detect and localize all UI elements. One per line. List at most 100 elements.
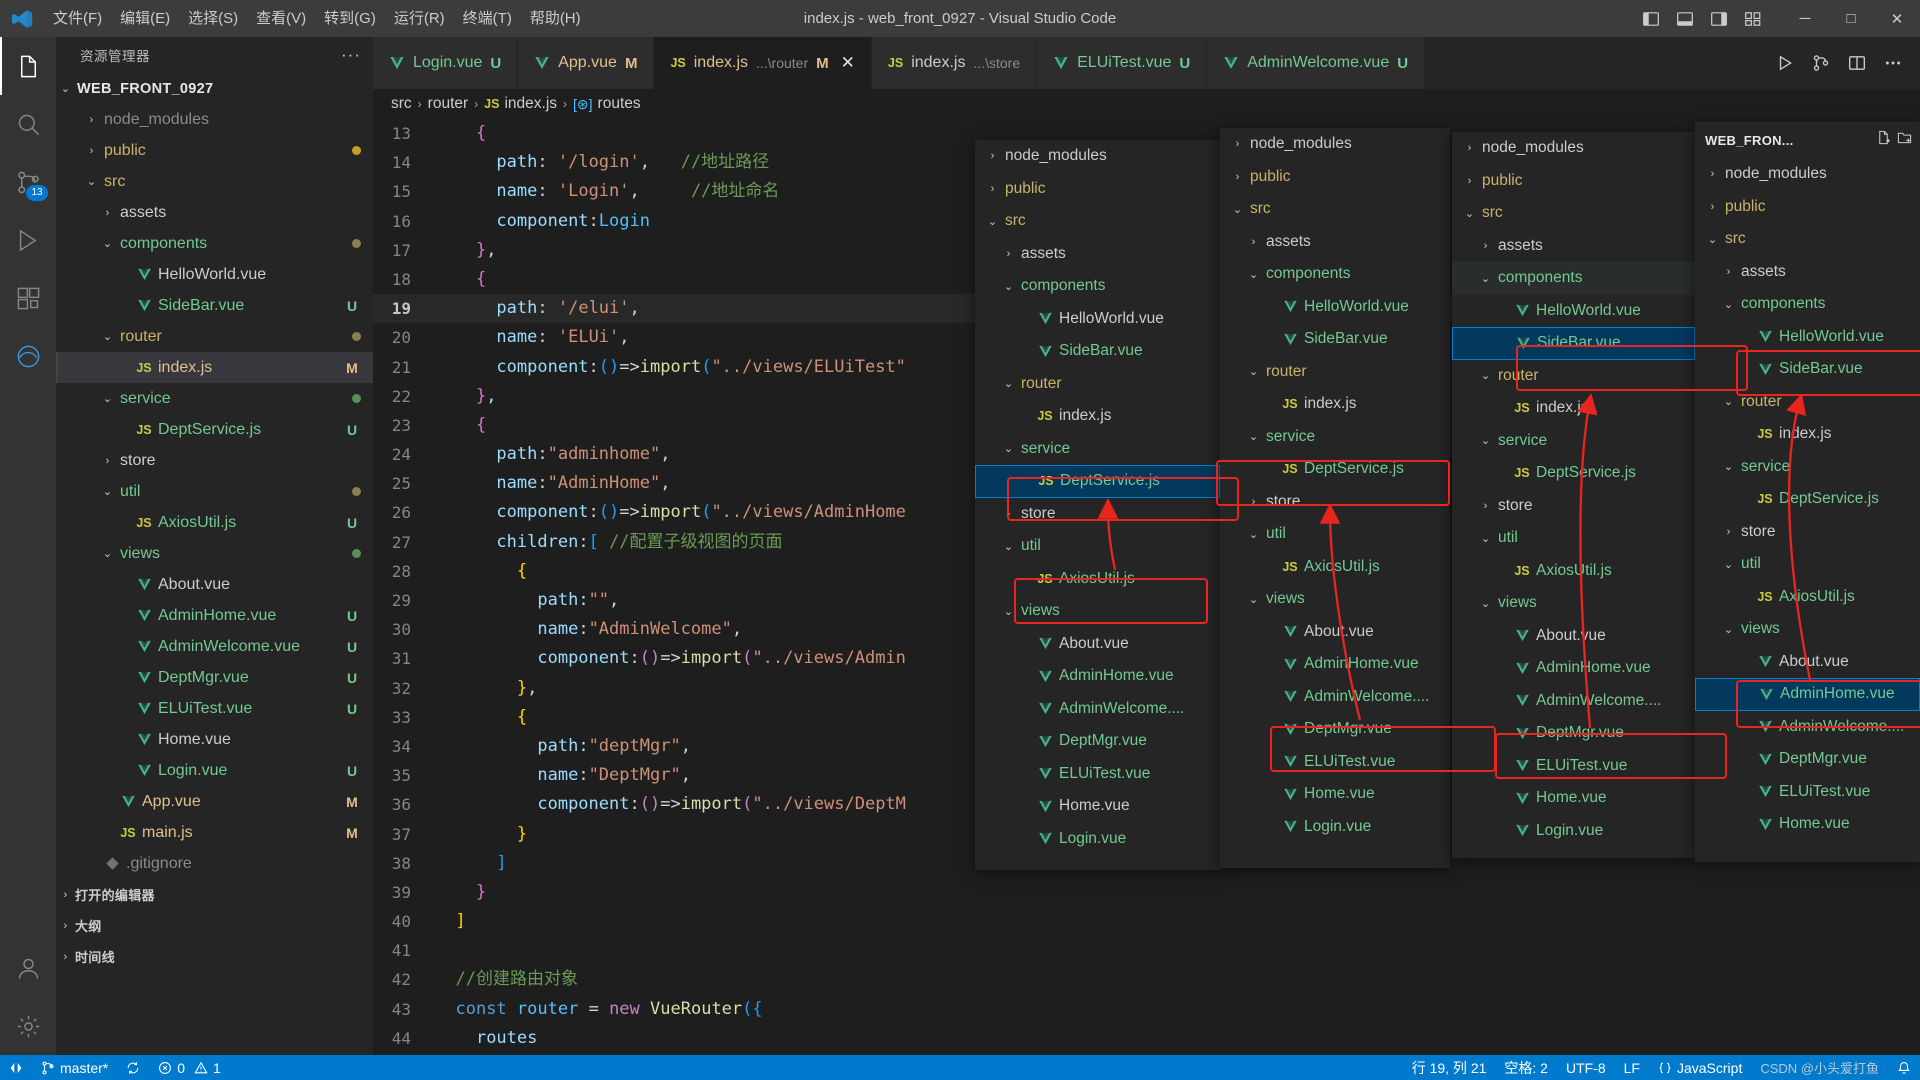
popup-1-item-8[interactable]: JS index.js bbox=[975, 400, 1220, 433]
menu-0[interactable]: 文件(F) bbox=[44, 0, 111, 37]
tree-item-10[interactable]: JS DeptService.js U bbox=[56, 414, 373, 445]
popup-2-item-3[interactable]: › assets bbox=[1220, 226, 1450, 259]
sidebar-section-2[interactable]: › 时间线 bbox=[56, 941, 373, 972]
tree-item-16[interactable]: AdminHome.vue U bbox=[56, 600, 373, 631]
tree-root[interactable]: ⌄ WEB_FRONT_0927 bbox=[56, 73, 373, 104]
popup-1-item-19[interactable]: ELUiTest.vue bbox=[975, 758, 1220, 791]
menu-3[interactable]: 查看(V) bbox=[247, 0, 315, 37]
popup-3-item-19[interactable]: ELUiTest.vue bbox=[1452, 750, 1695, 783]
popup-2-item-20[interactable]: Home.vue bbox=[1220, 778, 1450, 811]
popup-1-item-5[interactable]: HelloWorld.vue bbox=[975, 303, 1220, 336]
split-editor-icon[interactable] bbox=[1840, 37, 1874, 89]
code-line-43[interactable]: 43 const router = new VueRouter({ bbox=[373, 995, 1920, 1024]
menu-6[interactable]: 终端(T) bbox=[454, 0, 521, 37]
close-button[interactable]: ✕ bbox=[1874, 0, 1920, 37]
code-line-44[interactable]: 44 routes bbox=[373, 1024, 1920, 1053]
activity-accounts[interactable] bbox=[0, 939, 56, 997]
popup-3-item-7[interactable]: ⌄ router bbox=[1452, 360, 1695, 393]
explorer-more-icon[interactable]: ··· bbox=[341, 45, 361, 65]
new-file-icon[interactable] bbox=[1876, 130, 1891, 150]
menu-4[interactable]: 转到(G) bbox=[315, 0, 385, 37]
source-control-graph-icon[interactable] bbox=[1804, 37, 1838, 89]
popup-2-item-6[interactable]: SideBar.vue bbox=[1220, 323, 1450, 356]
tree-item-17[interactable]: AdminWelcome.vue U bbox=[56, 631, 373, 662]
popup-3-item-18[interactable]: DeptMgr.vue bbox=[1452, 717, 1695, 750]
popup-3-item-12[interactable]: ⌄ util bbox=[1452, 522, 1695, 555]
status-remote[interactable] bbox=[0, 1055, 32, 1080]
popup-1-item-10[interactable]: JS DeptService.js bbox=[975, 465, 1220, 498]
status-eol[interactable]: LF bbox=[1615, 1055, 1649, 1080]
tree-item-21[interactable]: Login.vue U bbox=[56, 755, 373, 786]
popup-2-item-15[interactable]: About.vue bbox=[1220, 616, 1450, 649]
popup-1-item-4[interactable]: ⌄ components bbox=[975, 270, 1220, 303]
breadcrumb-item-3[interactable]: [⊛] routes bbox=[573, 95, 641, 113]
popup-4-item-20[interactable]: Home.vue bbox=[1695, 808, 1920, 841]
popup-2-item-8[interactable]: JS index.js bbox=[1220, 388, 1450, 421]
menu-2[interactable]: 选择(S) bbox=[179, 0, 247, 37]
status-indentation[interactable]: 空格: 2 bbox=[1495, 1055, 1557, 1080]
activity-settings-gear-icon[interactable] bbox=[0, 997, 56, 1055]
status-cursor-position[interactable]: 行 19, 列 21 bbox=[1403, 1055, 1496, 1080]
tree-item-4[interactable]: ⌄ components bbox=[56, 228, 373, 259]
popup-4-item-11[interactable]: › store bbox=[1695, 516, 1920, 549]
tree-item-5[interactable]: HelloWorld.vue bbox=[56, 259, 373, 290]
tree-item-24[interactable]: .gitignore bbox=[56, 848, 373, 879]
tree-item-11[interactable]: › store bbox=[56, 445, 373, 476]
tree-item-9[interactable]: ⌄ service bbox=[56, 383, 373, 414]
popup-4-item-17[interactable]: AdminWelcome.... bbox=[1695, 711, 1920, 744]
popup-4-item-9[interactable]: ⌄ service bbox=[1695, 451, 1920, 484]
file-tree-popup-2[interactable]: › node_modules › public ⌄ src › assets ⌄ componen… bbox=[1220, 128, 1450, 868]
popup-1-item-6[interactable]: SideBar.vue bbox=[975, 335, 1220, 368]
popup-1-item-2[interactable]: ⌄ src bbox=[975, 205, 1220, 238]
popup-3-item-11[interactable]: › store bbox=[1452, 490, 1695, 523]
popup-4-item-3[interactable]: › assets bbox=[1695, 256, 1920, 289]
popup-4-item-18[interactable]: DeptMgr.vue bbox=[1695, 743, 1920, 776]
tree-item-3[interactable]: › assets bbox=[56, 197, 373, 228]
tree-item-8[interactable]: JS index.js M bbox=[56, 352, 373, 383]
popup-2-item-4[interactable]: ⌄ components bbox=[1220, 258, 1450, 291]
popup-3-item-0[interactable]: › node_modules bbox=[1452, 132, 1695, 165]
tree-item-19[interactable]: ELUiTest.vue U bbox=[56, 693, 373, 724]
popup-1-item-9[interactable]: ⌄ service bbox=[975, 433, 1220, 466]
tree-item-23[interactable]: JS main.js M bbox=[56, 817, 373, 848]
activity-source-control[interactable]: 13 bbox=[0, 153, 56, 211]
code-line-39[interactable]: 39 } bbox=[373, 878, 1920, 907]
activity-edge-browser[interactable] bbox=[0, 327, 56, 385]
popup-3-item-17[interactable]: AdminWelcome.... bbox=[1452, 685, 1695, 718]
popup-1-item-12[interactable]: ⌄ util bbox=[975, 530, 1220, 563]
popup-4-item-19[interactable]: ELUiTest.vue bbox=[1695, 776, 1920, 809]
status-encoding[interactable]: UTF-8 bbox=[1557, 1055, 1615, 1080]
popup-3-item-20[interactable]: Home.vue bbox=[1452, 782, 1695, 815]
menu-5[interactable]: 运行(R) bbox=[385, 0, 454, 37]
popup-4-item-12[interactable]: ⌄ util bbox=[1695, 548, 1920, 581]
popup-4-item-0[interactable]: › node_modules bbox=[1695, 158, 1920, 191]
popup-3-item-13[interactable]: JS AxiosUtil.js bbox=[1452, 555, 1695, 588]
popup-4-item-14[interactable]: ⌄ views bbox=[1695, 613, 1920, 646]
popup-1-item-16[interactable]: AdminHome.vue bbox=[975, 660, 1220, 693]
activity-search[interactable] bbox=[0, 95, 56, 153]
tree-item-6[interactable]: SideBar.vue U bbox=[56, 290, 373, 321]
popup-2-item-7[interactable]: ⌄ router bbox=[1220, 356, 1450, 389]
popup-4-item-4[interactable]: ⌄ components bbox=[1695, 288, 1920, 321]
tab-close-icon[interactable]: ✕ bbox=[841, 53, 855, 73]
activity-explorer[interactable] bbox=[0, 37, 56, 95]
popup-4-item-2[interactable]: ⌄ src bbox=[1695, 223, 1920, 256]
file-tree-popup-1[interactable]: › node_modules › public ⌄ src › assets ⌄ componen… bbox=[975, 140, 1220, 870]
popup-1-item-3[interactable]: › assets bbox=[975, 238, 1220, 271]
tree-item-12[interactable]: ⌄ util bbox=[56, 476, 373, 507]
popup-2-item-21[interactable]: Login.vue bbox=[1220, 811, 1450, 844]
popup-3-item-21[interactable]: Login.vue bbox=[1452, 815, 1695, 848]
popup-3-item-14[interactable]: ⌄ views bbox=[1452, 587, 1695, 620]
status-problems[interactable]: 0 1 bbox=[149, 1055, 230, 1080]
popup-1-item-20[interactable]: Home.vue bbox=[975, 790, 1220, 823]
popup-1-item-13[interactable]: JS AxiosUtil.js bbox=[975, 563, 1220, 596]
popup-4-item-15[interactable]: About.vue bbox=[1695, 646, 1920, 679]
toggle-panel-icon[interactable] bbox=[1668, 0, 1702, 37]
popup-1-item-0[interactable]: › node_modules bbox=[975, 140, 1220, 173]
toggle-secondary-sidebar-icon[interactable] bbox=[1702, 0, 1736, 37]
status-notifications-bell-icon[interactable] bbox=[1888, 1055, 1920, 1080]
popup-1-item-15[interactable]: About.vue bbox=[975, 628, 1220, 661]
popup-2-item-9[interactable]: ⌄ service bbox=[1220, 421, 1450, 454]
popup-3-item-5[interactable]: HelloWorld.vue bbox=[1452, 295, 1695, 328]
tab-index-js-3[interactable]: JS index.js ...\store bbox=[871, 37, 1038, 89]
